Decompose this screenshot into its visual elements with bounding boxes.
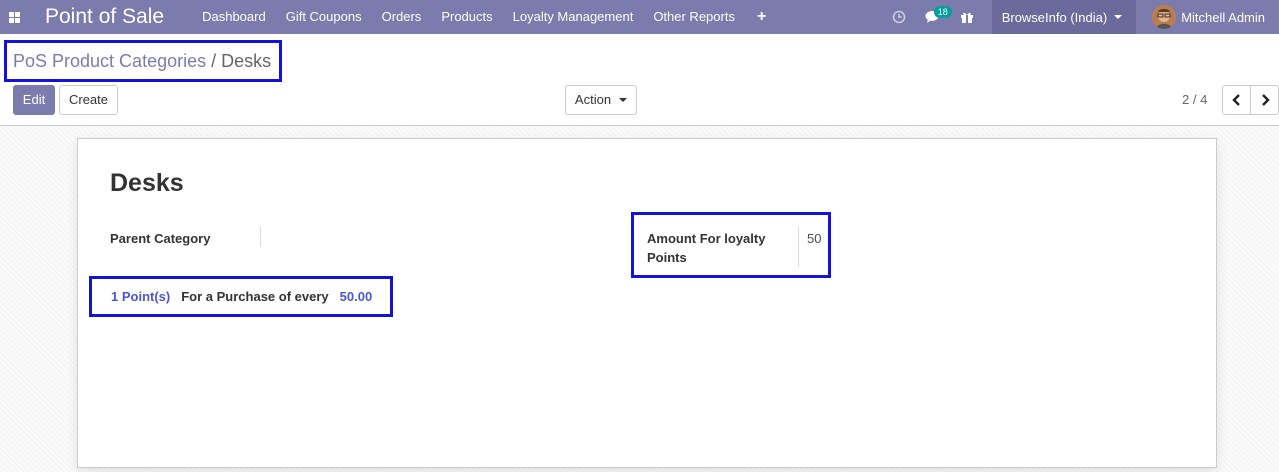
clock-icon[interactable] xyxy=(882,0,916,34)
top-navbar: Point of Sale Dashboard Gift Coupons Ord… xyxy=(0,0,1279,34)
menu-other-reports[interactable]: Other Reports xyxy=(643,0,745,34)
gift-icon[interactable] xyxy=(950,0,984,34)
app-title[interactable]: Point of Sale xyxy=(45,0,164,34)
company-switcher[interactable]: BrowseInfo (India) xyxy=(991,0,1137,34)
user-name: Mitchell Admin xyxy=(1181,9,1265,25)
user-menu[interactable]: Mitchell Admin xyxy=(1136,0,1279,34)
points-label: 1 Point(s) xyxy=(111,289,171,304)
menu-loyalty-management[interactable]: Loyalty Management xyxy=(503,0,644,34)
menu-products[interactable]: Products xyxy=(431,0,502,34)
parent-category-label: Parent Category xyxy=(110,231,211,246)
avatar xyxy=(1152,5,1177,29)
main-menu: Dashboard Gift Coupons Orders Products L… xyxy=(192,0,778,34)
create-button[interactable]: Create xyxy=(59,85,118,115)
pager-next-button[interactable] xyxy=(1250,85,1279,115)
field-divider xyxy=(798,227,799,267)
record-title: Desks xyxy=(110,169,184,197)
chevron-left-icon xyxy=(1231,94,1240,106)
chevron-right-icon xyxy=(1261,94,1270,106)
action-label: Action xyxy=(574,92,612,107)
parent-category-field[interactable] xyxy=(260,227,261,247)
action-dropdown[interactable]: Action xyxy=(565,85,637,115)
menu-dashboard[interactable]: Dashboard xyxy=(192,0,276,34)
breadcrumb-separator: / xyxy=(211,51,217,71)
loyalty-amount-label: Amount For loyalty Points xyxy=(647,231,766,265)
form-sheet: Desks Parent Category Amount For loyalty… xyxy=(77,138,1217,468)
menu-plus-button[interactable]: + xyxy=(745,0,778,34)
control-panel: PoS Product Categories / Desks Edit Create… xyxy=(0,34,1279,126)
menu-gift-coupons[interactable]: Gift Coupons xyxy=(276,0,372,34)
company-name: BrowseInfo (India) xyxy=(1001,9,1108,25)
breadcrumb-parent-link[interactable]: PoS Product Categories xyxy=(13,51,206,71)
caret-down-icon xyxy=(1114,15,1123,19)
pager-value[interactable]: 2 / 4 xyxy=(1182,92,1207,107)
caret-down-icon xyxy=(619,98,628,102)
purchase-text: For a Purchase of every xyxy=(181,289,329,304)
navbar-right: 18 BrowseInfo (India) Mitchell Admin xyxy=(882,0,1279,34)
menu-orders[interactable]: Orders xyxy=(372,0,432,34)
pager-previous-button[interactable] xyxy=(1222,85,1251,115)
breadcrumb: PoS Product Categories / Desks xyxy=(4,40,282,82)
breadcrumb-current: Desks xyxy=(221,51,272,71)
apps-icon[interactable] xyxy=(0,0,28,34)
points-rule-highlight: 1 Point(s) For a Purchase of every 50.00 xyxy=(89,276,393,317)
purchase-amount: 50.00 xyxy=(339,289,373,304)
loyalty-amount-value: 50 xyxy=(807,231,822,246)
content-area: Desks Parent Category Amount For loyalty… xyxy=(0,126,1279,472)
loyalty-amount-highlight: Amount For loyalty Points 50 xyxy=(631,212,831,278)
chat-icon[interactable]: 18 xyxy=(916,0,952,34)
edit-button[interactable]: Edit xyxy=(13,85,55,115)
